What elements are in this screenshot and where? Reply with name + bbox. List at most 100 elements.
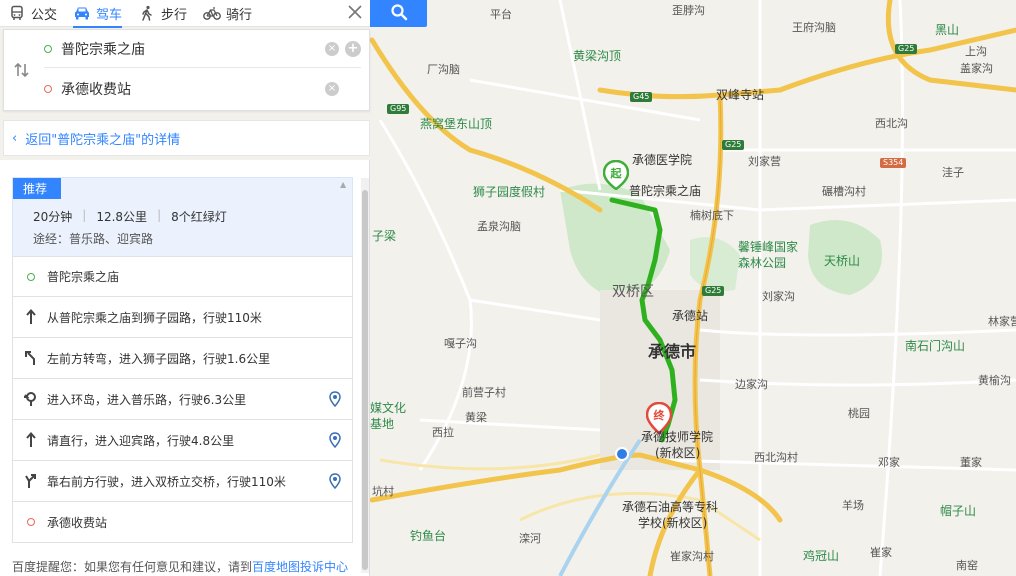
chevron-left-icon: ‹	[12, 130, 18, 146]
route-summary-card[interactable]: 推荐 20分钟 | 12.8公里 | 8个红绿灯 途经：普乐路、迎宾路	[12, 177, 353, 257]
poi-label[interactable]: 黑山	[935, 24, 959, 36]
duration-value: 20分钟	[33, 210, 73, 224]
route-result-panel: 推荐 20分钟 | 12.8公里 | 8个红绿灯 途经：普乐路、迎宾路 ▲ 普陀…	[0, 160, 370, 576]
clear-start-button[interactable]: ×	[325, 41, 339, 56]
place-label: 西北沟村	[754, 451, 798, 464]
place-label: 前营子村	[462, 386, 506, 399]
walk-icon	[138, 4, 156, 22]
roundabout-icon	[23, 391, 39, 407]
poi-label[interactable]: 馨锤峰国家	[738, 241, 798, 253]
end-input[interactable]: 承德收费站	[61, 79, 319, 99]
list-item[interactable]: 进入环岛，进入普乐路，行驶6.3公里	[12, 379, 353, 420]
place-label: 黄榆沟	[978, 374, 1011, 387]
place-label: 黄梁	[465, 411, 487, 424]
car-icon	[73, 4, 91, 22]
list-item[interactable]: 普陀宗乘之庙	[12, 256, 353, 297]
poi-label[interactable]: 子梁	[372, 230, 396, 242]
back-to-details-link[interactable]: 返回"普陀宗乘之庙"的详情	[25, 129, 180, 148]
mode-tab-car[interactable]: 驾车	[65, 0, 130, 28]
left-turn-icon	[23, 350, 39, 366]
poi-label[interactable]: 狮子园度假村	[473, 186, 545, 198]
step-text: 从普陀宗乘之庙到狮子园路，行驶110米	[47, 310, 262, 325]
step-text: 请直行，进入迎宾路，行驶4.8公里	[47, 433, 235, 448]
place-label: 厂沟脑	[427, 63, 460, 76]
list-item[interactable]: 承德收费站	[12, 502, 353, 543]
search-icon	[390, 3, 408, 24]
station-label[interactable]: 承德站	[672, 310, 708, 322]
straight-arrow-icon	[23, 432, 39, 448]
scrollbar-thumb[interactable]	[362, 190, 368, 570]
close-icon	[348, 4, 362, 22]
complaint-center-link[interactable]: 百度地图投诉中心	[252, 560, 348, 574]
station-label[interactable]: 承德技师学院	[641, 431, 713, 443]
poi-label[interactable]: 黄梁沟顶	[573, 50, 621, 62]
collapse-icon[interactable]: ▲	[340, 180, 346, 189]
step-text: 靠右前方行驶，进入双桥立交桥，行驶110米	[47, 474, 286, 489]
poi-label[interactable]: 钓鱼台	[410, 530, 446, 542]
mode-tab-label: 驾车	[96, 7, 123, 23]
mode-tab-label: 骑行	[226, 7, 253, 23]
list-item[interactable]: 靠右前方行驶，进入双桥立交桥，行驶110米	[12, 461, 353, 502]
place-label: 歪脖沟	[672, 4, 705, 17]
list-item[interactable]: 从普陀宗乘之庙到狮子园路，行驶110米	[12, 297, 353, 338]
poi-label[interactable]: 燕窝堡东山顶	[420, 118, 492, 130]
place-label: 王府沟脑	[792, 21, 836, 34]
poi-label[interactable]: 森林公园	[738, 257, 786, 269]
plus-icon: +	[347, 41, 359, 56]
place-label: 桃园	[848, 407, 870, 420]
end-dot-icon	[44, 85, 52, 93]
district-label: 双桥区	[612, 284, 654, 300]
place-label: 上沟	[965, 45, 987, 58]
clear-icon: ×	[327, 83, 337, 94]
mode-tab-walk[interactable]: 步行	[130, 0, 195, 27]
poi-label[interactable]: 天桥山	[824, 255, 860, 267]
search-button[interactable]	[370, 0, 427, 27]
place-label: 西拉	[432, 426, 454, 439]
station-label[interactable]: 承德医学院	[632, 154, 692, 166]
step-text: 左前方转弯，进入狮子园路，行驶1.6公里	[47, 351, 271, 366]
mode-tab-bus[interactable]: 公交	[0, 0, 65, 27]
separator: |	[82, 208, 87, 222]
scrollbar[interactable]	[361, 178, 369, 573]
end-dot-icon	[23, 514, 39, 530]
start-marker[interactable]: 起	[602, 159, 630, 191]
poi-label[interactable]: 鸡冠山	[803, 550, 839, 562]
mode-tab-bike[interactable]: 骑行	[195, 0, 260, 27]
swap-button[interactable]	[12, 61, 32, 81]
current-location-dot	[615, 447, 629, 461]
location-pin-icon[interactable]	[328, 432, 342, 449]
route-stats: 20分钟 | 12.8公里 | 8个红绿灯	[33, 208, 227, 225]
feedback-tip: 百度提醒您：如果您有任何意见和建议，请到百度地图投诉中心	[12, 558, 348, 575]
swap-icon	[13, 62, 31, 81]
highway-shield: G45	[630, 92, 653, 102]
list-item[interactable]: 左前方转弯，进入狮子园路，行驶1.6公里	[12, 338, 353, 379]
start-input[interactable]: 普陀宗乘之庙	[61, 39, 319, 59]
route-point-label[interactable]: 普陀宗乘之庙	[629, 185, 701, 197]
add-waypoint-button[interactable]: +	[345, 40, 361, 57]
poi-label[interactable]: 媒文化	[370, 402, 406, 414]
recommended-badge: 推荐	[13, 178, 62, 199]
station-label[interactable]: 学校(新校区)	[638, 517, 707, 529]
step-text: 普陀宗乘之庙	[47, 270, 120, 284]
station-label[interactable]: 双峰寺站	[716, 89, 764, 101]
step-text: 进入环岛，进入普乐路，行驶6.3公里	[47, 392, 247, 407]
travel-mode-bar: 公交 驾车 步行 骑行	[0, 0, 370, 28]
close-button[interactable]	[340, 0, 370, 27]
place-label: 邓家	[878, 456, 900, 469]
location-pin-icon[interactable]	[328, 391, 342, 408]
list-item[interactable]: 请直行，进入迎宾路，行驶4.8公里	[12, 420, 353, 461]
station-label[interactable]: (新校区)	[655, 447, 700, 459]
location-pin-icon[interactable]	[328, 473, 342, 490]
station-label[interactable]: 承德石油高等专科	[622, 501, 718, 513]
highway-shield: G95	[387, 104, 410, 114]
poi-label[interactable]: 基地	[370, 418, 394, 430]
highway-shield: G25	[722, 140, 745, 150]
place-label: 楠树底下	[690, 209, 734, 222]
poi-label[interactable]: 帽子山	[940, 505, 976, 517]
tip-text: 百度提醒您：如果您有任何意见和建议，请到	[12, 560, 253, 574]
separator: |	[157, 208, 162, 222]
clear-end-button[interactable]: ×	[325, 82, 339, 96]
start-row: 普陀宗乘之庙 × +	[44, 30, 361, 68]
back-bar: ‹ 返回"普陀宗乘之庙"的详情	[3, 120, 370, 156]
poi-label[interactable]: 南石门沟山	[905, 340, 965, 352]
